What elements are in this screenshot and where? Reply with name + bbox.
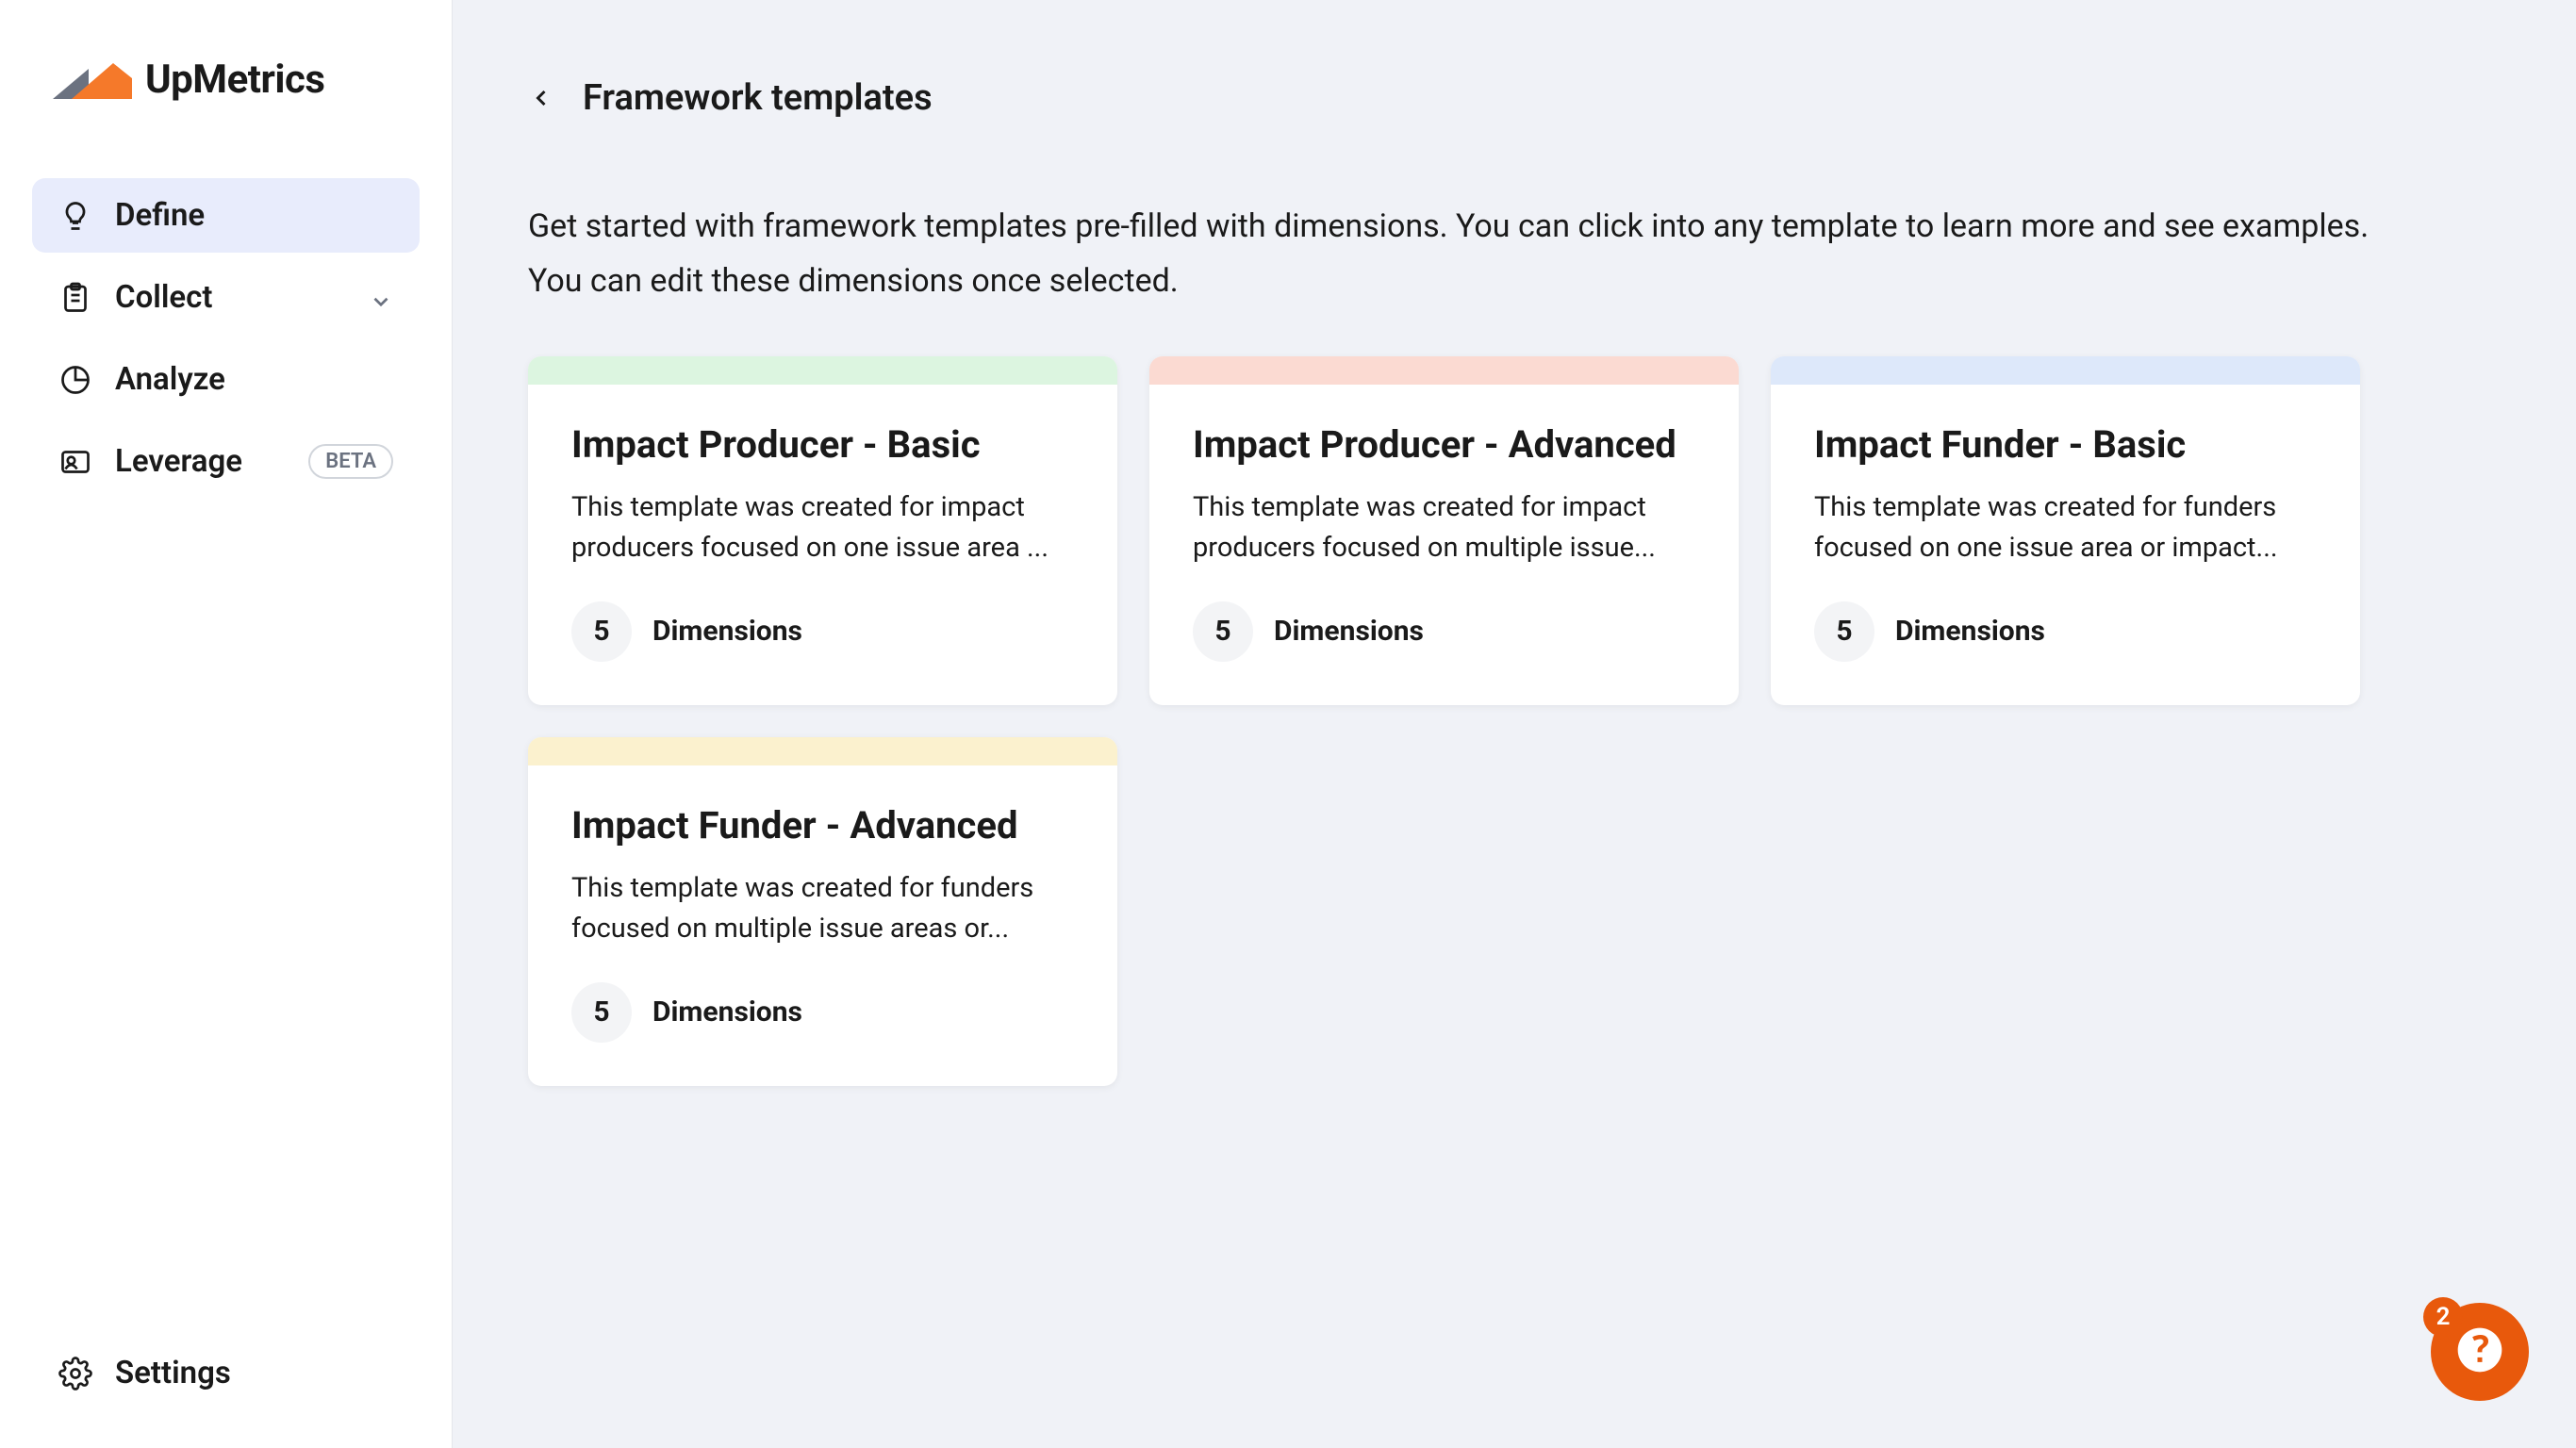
nav-item-define[interactable]: Define [32,178,420,253]
dimensions-count: 5 [1814,601,1874,662]
nav-label: Define [115,197,205,234]
dimensions-count: 5 [1193,601,1253,662]
card-title: Impact Producer - Basic [571,422,1074,467]
dimensions-row: 5 Dimensions [571,982,1074,1043]
card-description: This template was created for funders fo… [1814,487,2317,569]
card-title: Impact Producer - Advanced [1193,422,1695,467]
card-description: This template was created for impact pro… [571,487,1074,569]
brand-logo[interactable]: UpMetrics [32,57,420,103]
dimensions-label: Dimensions [652,615,802,648]
intro-text: Get started with framework templates pre… [528,200,2414,309]
nav-item-leverage[interactable]: Leverage BETA [32,424,420,499]
sidebar: UpMetrics Define Collect Analyze [0,0,453,1448]
dimensions-row: 5 Dimensions [1193,601,1695,662]
nav-item-settings[interactable]: Settings [32,1336,420,1410]
card-title: Impact Funder - Basic [1814,422,2317,467]
nav-item-analyze[interactable]: Analyze [32,342,420,417]
chevron-down-icon [369,286,393,310]
dimensions-row: 5 Dimensions [571,601,1074,662]
nav-label: Analyze [115,361,225,398]
template-card[interactable]: Impact Producer - Basic This template wa… [528,356,1117,705]
nav-label: Leverage [115,443,242,480]
card-accent [1771,356,2360,385]
dimensions-count: 5 [571,601,632,662]
template-card[interactable]: Impact Funder - Advanced This template w… [528,737,1117,1086]
nav-label: Collect [115,279,212,316]
sidebar-bottom: Settings [32,1336,420,1410]
lightbulb-icon [58,199,92,233]
card-title: Impact Funder - Advanced [571,803,1074,847]
template-card[interactable]: Impact Producer - Advanced This template… [1149,356,1739,705]
card-accent [528,737,1117,765]
template-card[interactable]: Impact Funder - Basic This template was … [1771,356,2360,705]
card-accent [1149,356,1739,385]
piechart-icon [58,363,92,397]
gear-icon [58,1357,92,1390]
help-badge: 2 [2423,1297,2463,1337]
card-description: This template was created for funders fo… [571,868,1074,950]
nav-item-collect[interactable]: Collect [32,260,420,335]
beta-badge: BETA [308,444,393,479]
person-card-icon [58,445,92,479]
logo-mark-icon [53,61,132,99]
dimensions-label: Dimensions [1895,615,2045,648]
help-button[interactable]: 2 [2431,1303,2529,1401]
nav-list: Define Collect Analyze Leverage BETA [32,178,420,1336]
dimensions-count: 5 [571,982,632,1043]
card-description: This template was created for impact pro… [1193,487,1695,569]
question-icon [2453,1324,2506,1380]
clipboard-icon [58,281,92,315]
dimensions-row: 5 Dimensions [1814,601,2317,662]
nav-label: Settings [115,1355,231,1391]
dimensions-label: Dimensions [1274,615,1424,648]
back-button[interactable] [528,85,554,111]
main-content: Framework templates Get started with fra… [453,0,2576,1448]
header: Framework templates [528,77,2501,119]
templates-grid: Impact Producer - Basic This template wa… [528,356,2501,1086]
page-title: Framework templates [583,77,933,119]
brand-name: UpMetrics [145,57,324,103]
dimensions-label: Dimensions [652,996,802,1028]
card-accent [528,356,1117,385]
